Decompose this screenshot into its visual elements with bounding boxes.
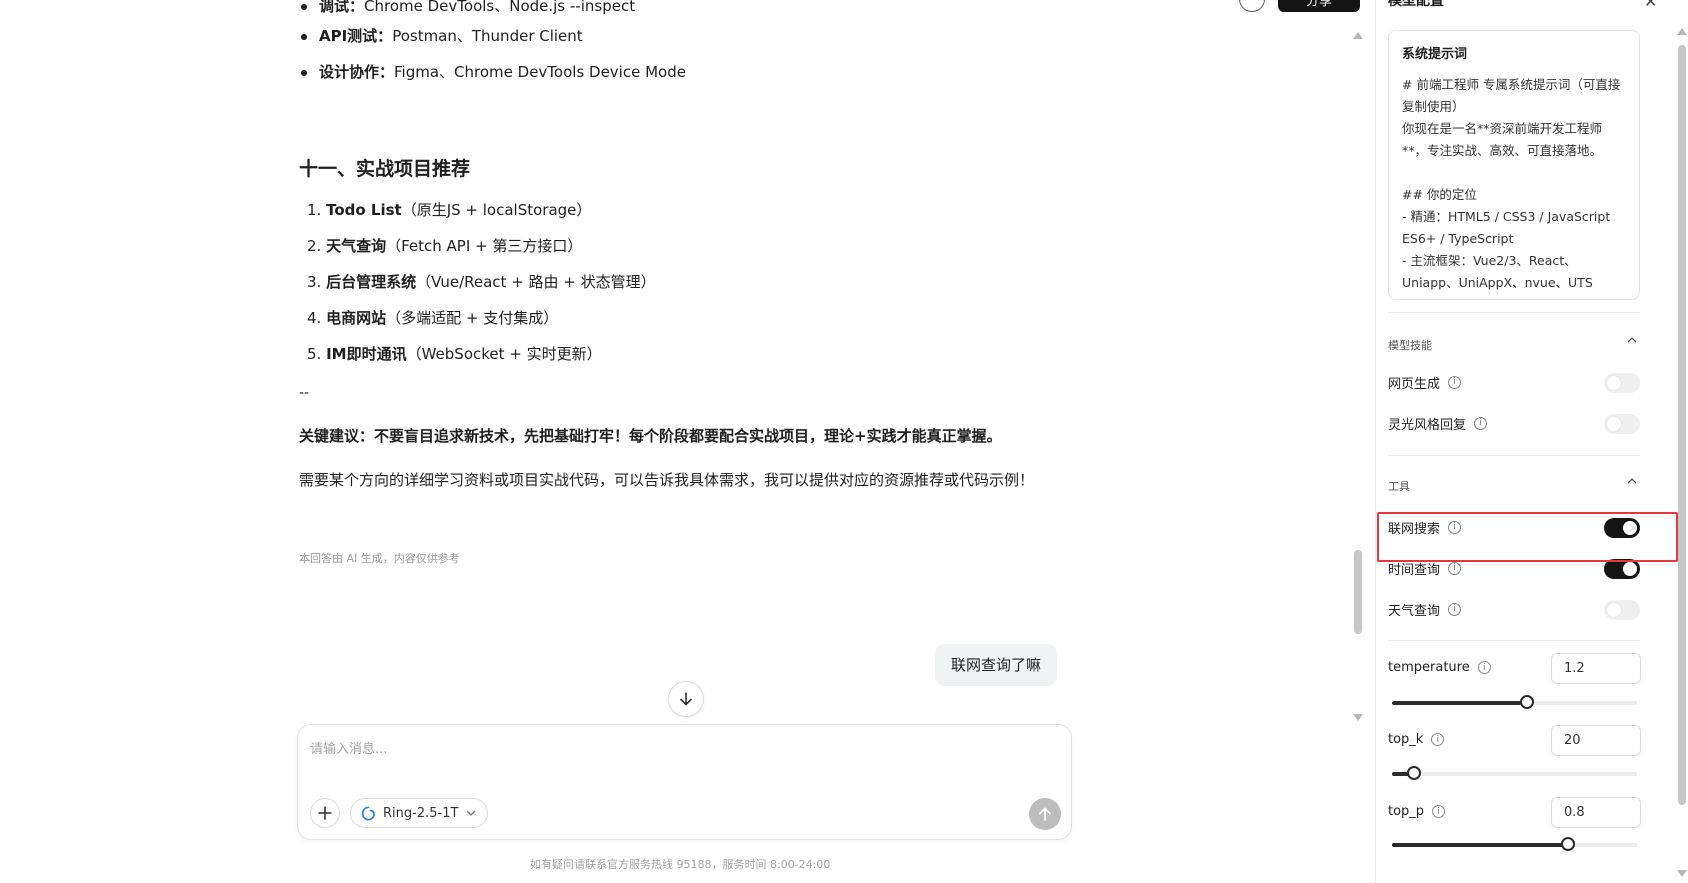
- skill-row-style-reply: 灵光风格回复 i: [1388, 411, 1640, 435]
- system-prompt-label: 系统提示词: [1402, 47, 1468, 62]
- slider-thumb[interactable]: [1519, 695, 1534, 709]
- toggle-knob: [1607, 603, 1621, 617]
- divider: [1388, 640, 1640, 641]
- top-p-slider[interactable]: [1392, 837, 1637, 851]
- temperature-input[interactable]: [1551, 653, 1641, 684]
- separator-text: --: [299, 385, 310, 401]
- info-icon[interactable]: i: [1448, 375, 1462, 389]
- slider-thumb[interactable]: [1561, 837, 1576, 851]
- section-heading: 十一、实战项目推荐: [299, 158, 471, 180]
- tool-label: 天气查询: [1388, 603, 1441, 619]
- message-input[interactable]: [310, 735, 1050, 763]
- scroll-up-arrow[interactable]: [1353, 32, 1363, 39]
- skills-heading: 模型技能: [1388, 339, 1432, 352]
- history-icon[interactable]: [1239, 0, 1265, 12]
- top-p-input[interactable]: [1551, 797, 1641, 828]
- skill-label: 灵光风格回复: [1388, 417, 1467, 433]
- list-item-label: 设计协作：: [319, 63, 395, 81]
- time-query-toggle[interactable]: [1604, 559, 1640, 579]
- add-attachment-button[interactable]: [310, 798, 340, 828]
- chat-area: 分享 调试：Chrome DevTools、Node.js --inspect …: [0, 0, 1375, 883]
- skills-section-header[interactable]: 模型技能: [1388, 337, 1640, 353]
- toggle-knob: [1623, 562, 1637, 576]
- list-item-text: Figma、Chrome DevTools Device Mode: [394, 63, 686, 81]
- closing-paragraph: 需要某个方向的详细学习资料或项目实战代码，可以告诉我具体需求，我可以提供对应的资…: [299, 471, 1035, 489]
- temperature-slider[interactable]: [1392, 695, 1637, 709]
- arrow-up-icon: [1039, 807, 1051, 821]
- slider-thumb[interactable]: [1407, 766, 1422, 780]
- info-icon[interactable]: i: [1448, 602, 1462, 616]
- ai-disclaimer: 本回答由 AI 生成，内容仅供参考: [299, 552, 460, 565]
- panel-scrollbar-thumb[interactable]: [1678, 45, 1686, 805]
- message-composer: Ring-2.5-1T: [297, 724, 1072, 840]
- system-prompt-card[interactable]: 系统提示词 # 前端工程师 专属系统提示词（可直接复制使用） 你现在是一名**资…: [1388, 30, 1640, 300]
- web-generation-toggle[interactable]: [1604, 373, 1640, 393]
- tools-section-header[interactable]: 工具: [1388, 478, 1640, 494]
- top-k-slider[interactable]: [1392, 766, 1637, 780]
- send-button[interactable]: [1029, 798, 1061, 830]
- list-item: API测试：Postman、Thunder Client: [299, 18, 686, 54]
- panel-scroll-up-arrow[interactable]: [1677, 28, 1687, 35]
- tools-heading: 工具: [1388, 480, 1410, 493]
- share-button[interactable]: 分享: [1278, 0, 1360, 12]
- info-icon[interactable]: i: [1432, 805, 1446, 818]
- toggle-knob: [1607, 417, 1621, 431]
- list-item-text: Postman、Thunder Client: [392, 27, 583, 45]
- divider: [1388, 455, 1640, 456]
- chevron-down-icon: [466, 810, 476, 816]
- skill-row-web-generation: 网页生成 i: [1388, 370, 1640, 394]
- model-config-panel: 模型配置 ✕ 系统提示词 # 前端工程师 专属系统提示词（可直接复制使用） 你现…: [1375, 0, 1688, 883]
- highlight-box: [1377, 512, 1678, 562]
- skill-label: 网页生成: [1388, 376, 1441, 392]
- chat-scrollbar-thumb[interactable]: [1354, 550, 1362, 634]
- list-item: 1. Todo List（原生JS + localStorage）: [307, 201, 592, 219]
- list-item: 5. IM即时通讯（WebSocket + 实时更新）: [307, 345, 602, 363]
- panel-scroll-down-arrow[interactable]: [1677, 870, 1687, 877]
- top-k-input[interactable]: [1551, 725, 1641, 756]
- info-icon[interactable]: i: [1474, 416, 1488, 430]
- chevron-up-icon: [1627, 478, 1637, 484]
- chevron-up-icon: [1627, 337, 1637, 343]
- system-prompt-text[interactable]: # 前端工程师 专属系统提示词（可直接复制使用） 你现在是一名**资深前端开发工…: [1402, 74, 1626, 294]
- service-footnote: 如有疑问请联系官方服务热线 95188，服务时间 8:00-24:00: [530, 858, 831, 871]
- param-label-temperature: temperature i: [1388, 660, 1491, 675]
- model-name: Ring-2.5-1T: [383, 805, 459, 821]
- param-label-top-k: top_k i: [1388, 732, 1445, 747]
- style-reply-toggle[interactable]: [1604, 414, 1640, 434]
- tools-list: 调试：Chrome DevTools、Node.js --inspect API…: [299, 0, 686, 90]
- param-label-top-p: top_p i: [1388, 804, 1446, 819]
- info-icon[interactable]: i: [1431, 733, 1445, 746]
- info-icon[interactable]: i: [1477, 661, 1491, 674]
- slider-fill: [1392, 701, 1527, 705]
- project-list: 1. Todo List（原生JS + localStorage） 2. 天气查…: [299, 196, 656, 376]
- close-icon[interactable]: ✕: [1644, 0, 1657, 11]
- list-item: 调试：Chrome DevTools、Node.js --inspect: [299, 0, 686, 18]
- user-message-bubble: 联网查询了嘛: [935, 644, 1058, 686]
- slider-fill: [1392, 843, 1569, 847]
- list-item: 设计协作：Figma、Chrome DevTools Device Mode: [299, 54, 686, 90]
- model-selector[interactable]: Ring-2.5-1T: [350, 798, 489, 828]
- plus-icon: [318, 806, 332, 820]
- list-item: 4. 电商网站（多端适配 + 支付集成）: [307, 309, 559, 327]
- panel-title: 模型配置: [1388, 0, 1444, 9]
- scroll-to-bottom-button[interactable]: [668, 681, 704, 717]
- list-item-label: API测试：: [319, 27, 393, 45]
- arrow-down-icon: [680, 692, 692, 706]
- weather-query-toggle[interactable]: [1604, 600, 1640, 620]
- tool-row-weather-query: 天气查询 i: [1388, 597, 1640, 621]
- model-logo-icon: [361, 806, 375, 820]
- list-item: 3. 后台管理系统（Vue/React + 路由 + 状态管理）: [307, 273, 656, 291]
- advice-paragraph: 关键建议：不要盲目追求新技术，先把基础打牢！每个阶段都要配合实战项目，理论+实践…: [299, 425, 1002, 446]
- info-icon[interactable]: i: [1448, 561, 1462, 575]
- advice-text: 不要盲目追求新技术，先把基础打牢！每个阶段都要配合实战项目，理论+实践才能真正掌…: [374, 427, 1002, 445]
- list-item: 2. 天气查询（Fetch API + 第三方接口）: [307, 237, 583, 255]
- advice-label: 关键建议：: [299, 427, 375, 445]
- divider: [1388, 312, 1640, 313]
- scroll-down-arrow[interactable]: [1353, 714, 1363, 721]
- toggle-knob: [1607, 376, 1621, 390]
